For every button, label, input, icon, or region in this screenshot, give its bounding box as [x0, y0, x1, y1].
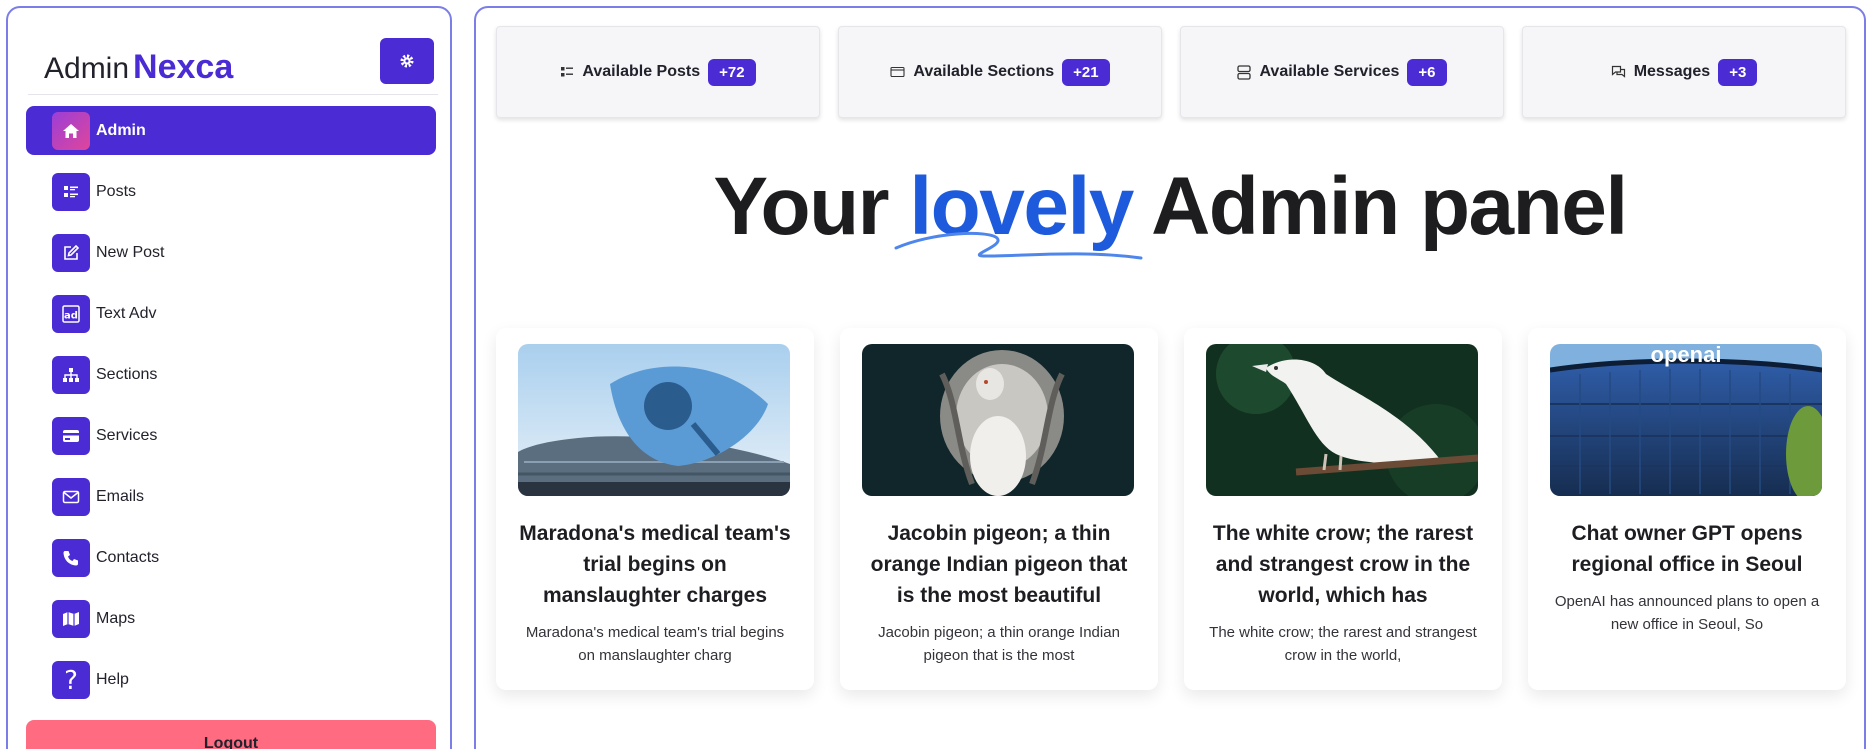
svg-text:?: ?: [64, 667, 78, 693]
brand-prefix: Admin: [44, 52, 130, 85]
post-title[interactable]: The white crow; the rarest and strangest…: [1206, 518, 1480, 611]
scribble-underline-icon: [894, 231, 1143, 260]
stat-available-sections[interactable]: Available Sections +21: [838, 26, 1162, 118]
post-title[interactable]: Maradona's medical team's trial begins o…: [518, 518, 792, 611]
sidebar-item-sections[interactable]: Sections: [26, 350, 436, 399]
sidebar-item-posts[interactable]: Posts: [26, 167, 436, 216]
chat-icon: [1611, 65, 1626, 79]
post-title[interactable]: Jacobin pigeon; a thin orange Indian pig…: [862, 518, 1136, 611]
sidebar-item-label: Text Adv: [96, 304, 157, 322]
stat-count-badge: +3: [1718, 58, 1758, 86]
post-thumbnail: [862, 344, 1134, 496]
post-thumbnail: [1206, 344, 1478, 496]
sidebar-item-label: New Post: [96, 243, 165, 261]
sidebar-item-label: Maps: [96, 609, 136, 627]
stat-available-posts[interactable]: Available Posts +72: [496, 26, 820, 118]
post-excerpt: Jacobin pigeon; a thin orange Indian pig…: [878, 624, 1120, 664]
post-card[interactable]: openai Chat owner GPT opens regional off…: [1528, 328, 1846, 690]
sidebar-item-new-post[interactable]: New Post: [26, 228, 436, 277]
stat-available-services[interactable]: Available Services +6: [1180, 26, 1504, 118]
question-icon: ?: [52, 660, 90, 699]
map-icon: [52, 599, 90, 638]
hero-text-before: Your: [713, 161, 910, 252]
posts-list-icon: [52, 172, 90, 211]
post-card[interactable]: Jacobin pigeon; a thin orange Indian pig…: [840, 328, 1158, 690]
ad-icon: ad: [52, 294, 90, 333]
sidebar-nav: Admin Posts New Post ad Text Adv Section…: [26, 106, 436, 716]
sidebar-item-admin[interactable]: Admin: [26, 106, 436, 155]
sidebar-item-contacts[interactable]: Contacts: [26, 533, 436, 582]
sidebar-item-label: Posts: [96, 182, 137, 200]
post-thumbnail: [518, 344, 790, 496]
svg-text:ad: ad: [64, 310, 78, 321]
stat-count-badge: +21: [1062, 58, 1110, 86]
sidebar-item-label: Help: [96, 670, 129, 688]
edit-icon: [52, 233, 90, 272]
sidebar-item-label: Services: [96, 426, 158, 444]
stat-label: Available Posts: [582, 63, 701, 80]
thumbnail-sign-text: openai: [1651, 344, 1722, 367]
sitemap-icon: [52, 355, 90, 394]
stat-messages[interactable]: Messages +3: [1522, 26, 1846, 118]
window-icon: [890, 66, 905, 78]
post-card[interactable]: Maradona's medical team's trial begins o…: [496, 328, 814, 690]
post-title[interactable]: Chat owner GPT opens regional office in …: [1550, 518, 1824, 580]
sidebar-item-text-adv[interactable]: ad Text Adv: [26, 289, 436, 338]
logout-button[interactable]: Logout: [26, 720, 436, 749]
hero-text-after: Admin panel: [1132, 161, 1628, 252]
brand-name: Nexca: [133, 48, 234, 86]
sidebar-item-emails[interactable]: Emails: [26, 472, 436, 521]
phone-icon: [52, 538, 90, 577]
stat-label: Messages: [1633, 63, 1711, 80]
settings-button[interactable]: [380, 38, 434, 84]
hero-accent-word: lovely: [894, 160, 1143, 260]
post-excerpt: OpenAI has announced plans to open a new…: [1554, 593, 1820, 633]
envelope-icon: [52, 477, 90, 516]
post-excerpt: The white crow; the rarest and strangest…: [1209, 624, 1477, 664]
stat-count-badge: +6: [1407, 58, 1447, 86]
post-thumbnail: openai: [1550, 344, 1822, 496]
brand-divider: [28, 94, 438, 95]
stat-label: Available Sections: [913, 63, 1055, 80]
hero-headline: Your lovely Admin panel: [476, 160, 1864, 260]
stats-row: Available Posts +72 Available Sections +…: [496, 26, 1846, 118]
sidebar-item-services[interactable]: Services: [26, 411, 436, 460]
sidebar-item-label: Sections: [96, 365, 158, 383]
main-panel: Available Posts +72 Available Sections +…: [474, 6, 1866, 749]
home-icon: [52, 111, 90, 150]
card-icon: [52, 416, 90, 455]
sidebar-item-label: Emails: [96, 487, 145, 505]
gear-icon: [400, 54, 414, 68]
post-cards: Maradona's medical team's trial begins o…: [496, 328, 1846, 690]
stat-count-badge: +72: [708, 58, 756, 86]
sidebar: Admin Nexca Admin Posts New Post ad Text…: [6, 6, 452, 749]
sidebar-item-label: Admin: [96, 121, 146, 139]
stat-label: Available Services: [1259, 63, 1400, 80]
post-card[interactable]: The white crow; the rarest and strangest…: [1184, 328, 1502, 690]
sidebar-item-maps[interactable]: Maps: [26, 594, 436, 643]
brand-logo[interactable]: Admin Nexca: [44, 48, 233, 87]
sidebar-item-help[interactable]: ? Help: [26, 655, 436, 704]
sidebar-item-label: Contacts: [96, 548, 160, 566]
post-excerpt: Maradona's medical team's trial begins o…: [525, 624, 785, 664]
posts-list-icon: [560, 66, 574, 78]
server-icon: [1237, 64, 1252, 80]
